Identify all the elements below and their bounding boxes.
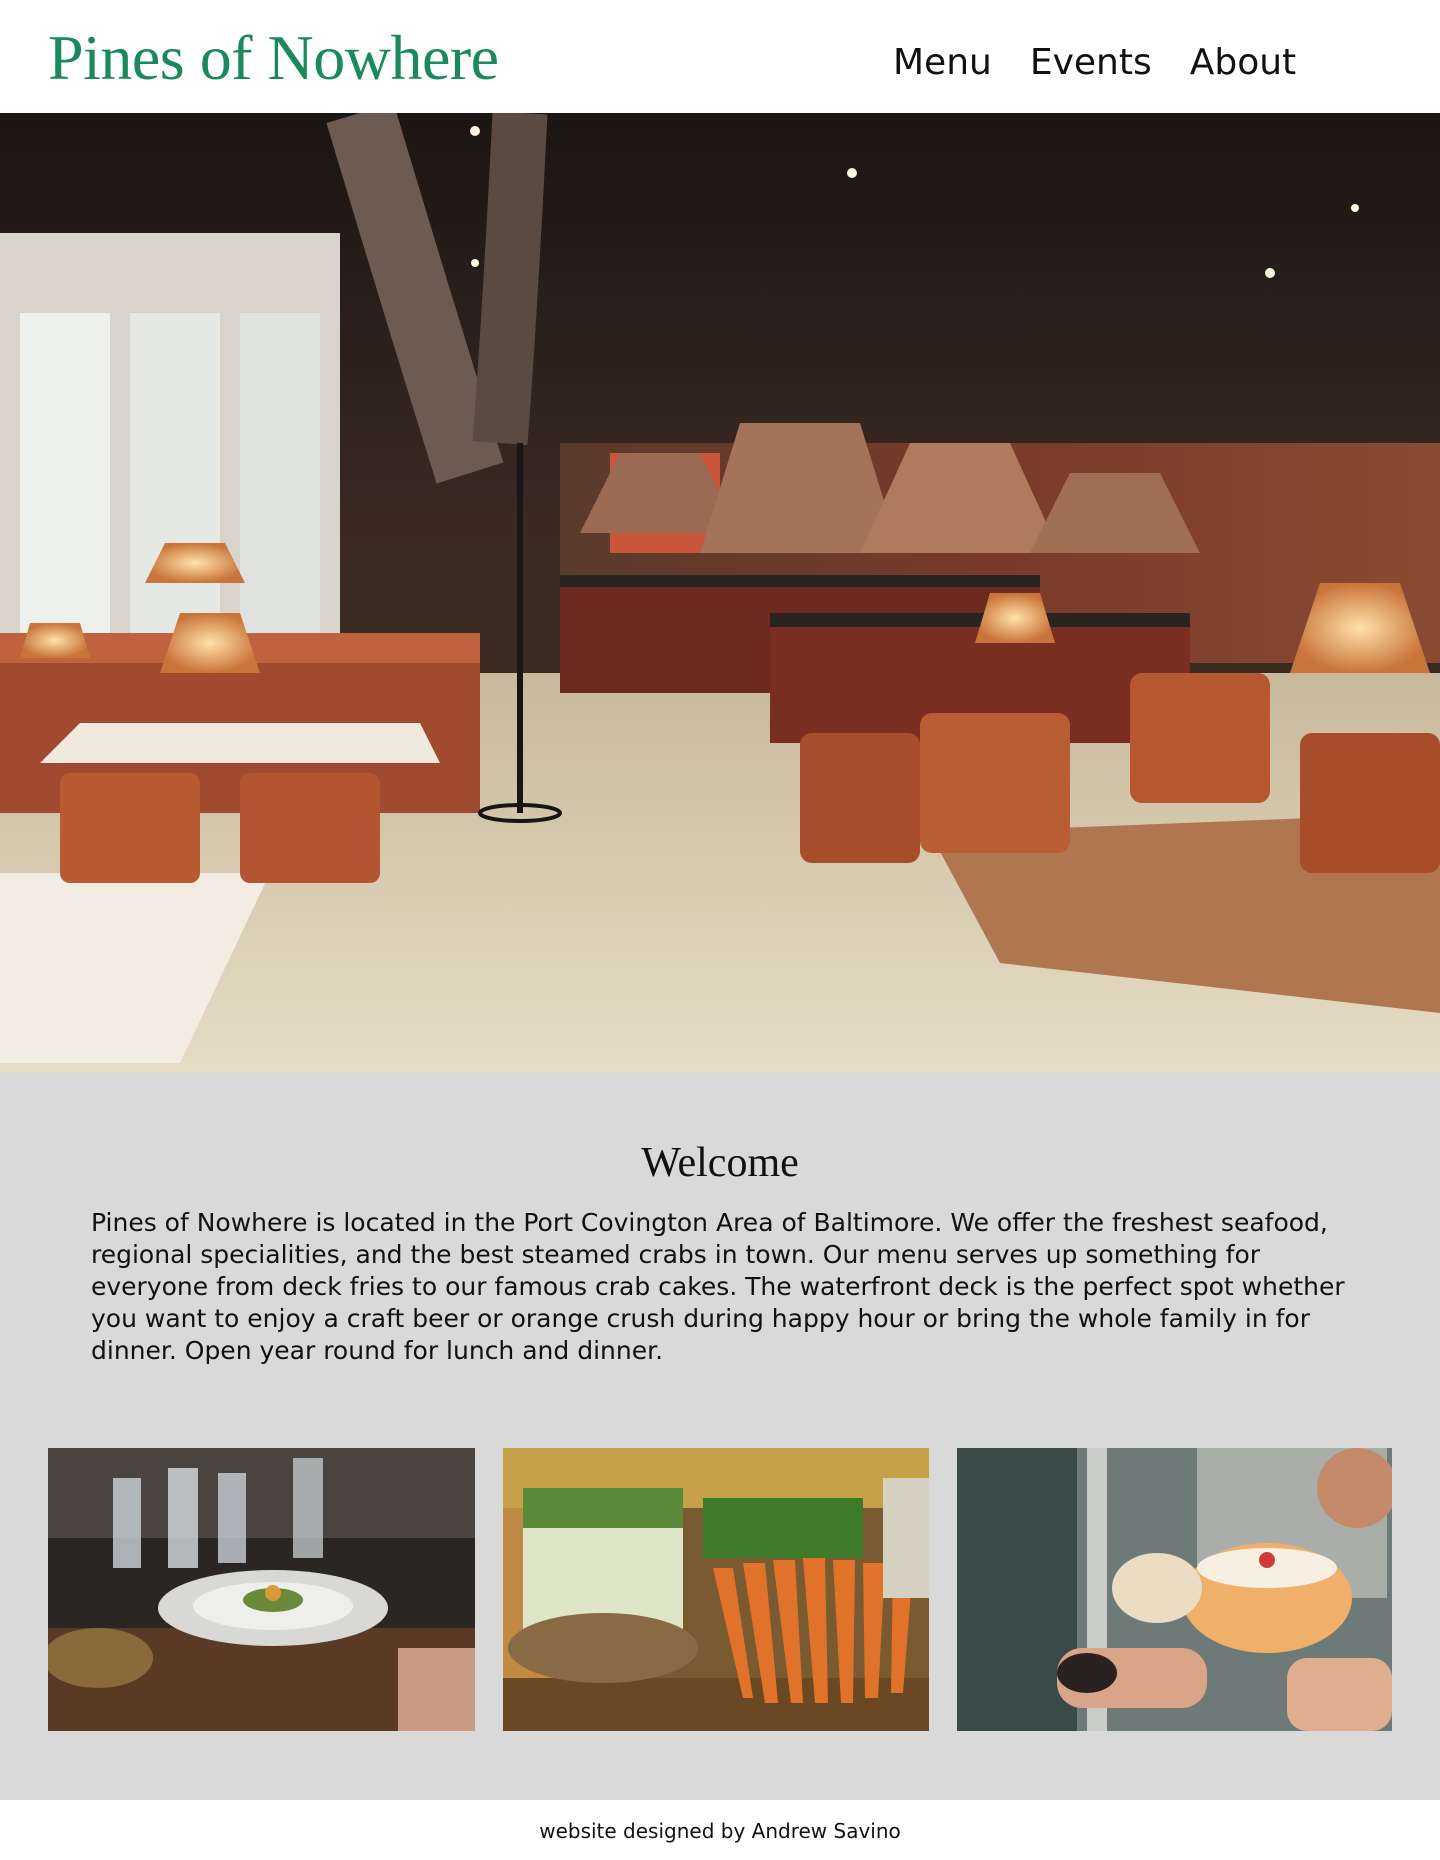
welcome-heading: Welcome	[641, 1140, 799, 1186]
footer-credit: website designed by Andrew Savino	[539, 1819, 901, 1843]
nav-link-about[interactable]: About	[1190, 38, 1296, 88]
nav-link-menu[interactable]: Menu	[893, 38, 992, 88]
welcome-paragraph: Pines of Nowhere is located in the Port …	[91, 1208, 1345, 1365]
hero-illustration	[0, 113, 1440, 1073]
gallery-image-cocktails	[957, 1448, 1392, 1731]
main-nav: Menu Events About	[893, 38, 1296, 88]
site-footer: website designed by Andrew Savino	[0, 1800, 1440, 1860]
cocktails-illustration	[957, 1448, 1392, 1731]
dinner-table-illustration	[48, 1448, 475, 1731]
gallery-image-dinner-table	[48, 1448, 475, 1731]
gallery-image-fresh-vegetables	[503, 1448, 929, 1731]
welcome-section: Welcome Pines of Nowhere is located in t…	[0, 1073, 1440, 1800]
vegetables-illustration	[503, 1448, 929, 1731]
site-logo[interactable]: Pines of Nowhere	[48, 18, 499, 98]
nav-link-events[interactable]: Events	[1030, 38, 1152, 88]
site-header: Pines of Nowhere Menu Events About	[0, 0, 1440, 113]
hero-image-restaurant-interior	[0, 113, 1440, 1073]
